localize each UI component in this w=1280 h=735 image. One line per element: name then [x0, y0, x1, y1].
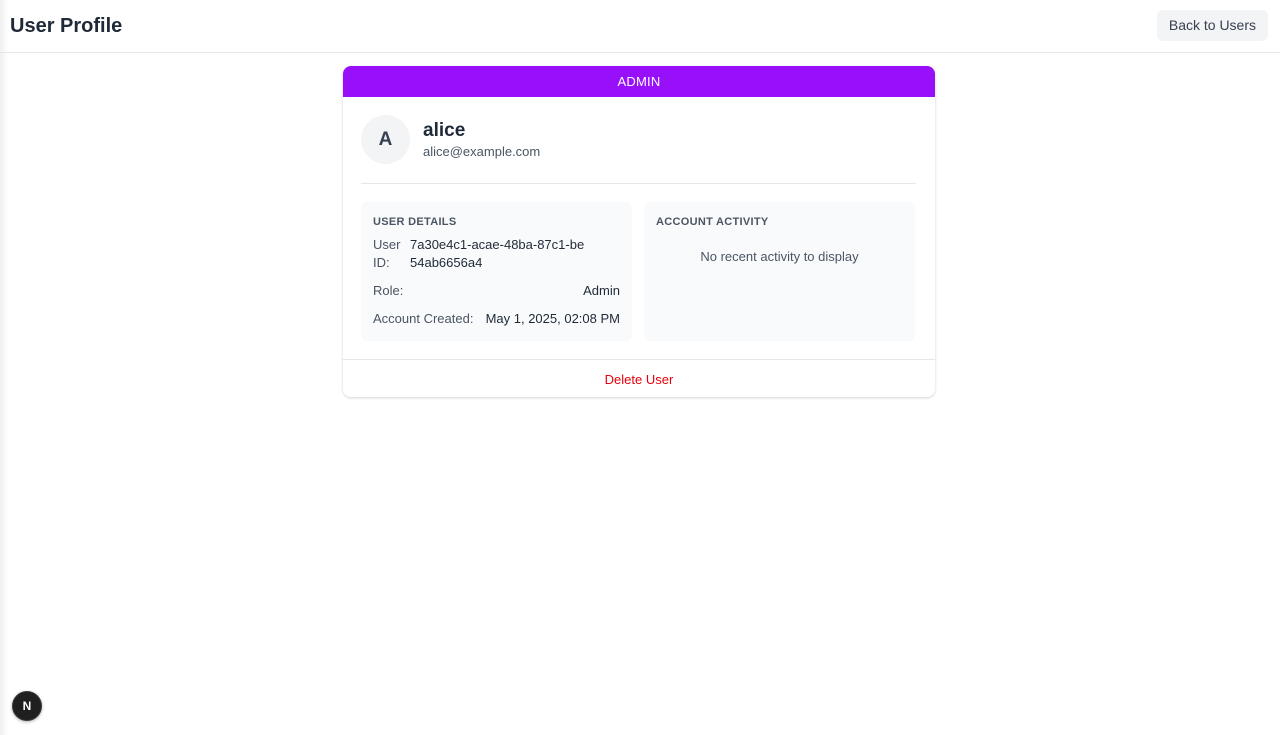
account-activity-panel: ACCOUNT ACTIVITY No recent activity to d… — [644, 202, 915, 341]
role-value: Admin — [583, 283, 620, 298]
user-id-label: User ID: — [373, 237, 401, 270]
back-to-users-button[interactable]: Back to Users — [1156, 10, 1268, 41]
role-banner: ADMIN — [343, 66, 935, 97]
activity-empty-message: No recent activity to display — [700, 249, 859, 264]
account-activity-heading: ACCOUNT ACTIVITY — [656, 216, 769, 228]
profile-card: ADMIN A alice alice@example.com USER DET… — [343, 66, 935, 397]
page-title: User Profile — [10, 15, 123, 37]
username: alice — [423, 120, 466, 141]
user-details-panel: USER DETAILS User ID: 7a30e4c1-acae-48ba… — [361, 202, 632, 341]
left-edge-shadow — [0, 0, 8, 735]
delete-user-button[interactable]: Delete User — [343, 360, 935, 397]
account-created-label: Account Created: — [373, 311, 474, 326]
user-id-value: 7a30e4c1-acae-48ba-87c1-be54ab6656a4 — [410, 237, 585, 270]
account-created-value: May 1, 2025, 02:08 PM — [485, 311, 620, 326]
profile-header: A alice alice@example.com — [361, 115, 916, 184]
card-footer: Delete User — [343, 359, 935, 397]
nextjs-logo-icon[interactable]: N — [12, 691, 42, 721]
user-email: alice@example.com — [423, 144, 541, 159]
user-profile-page: User Profile Back to Users ADMIN A alice… — [0, 0, 1280, 735]
role-label: Role: — [373, 283, 404, 298]
top-bar: User Profile Back to Users — [0, 0, 1280, 53]
user-details-heading: USER DETAILS — [373, 216, 457, 228]
avatar: A — [361, 115, 410, 164]
